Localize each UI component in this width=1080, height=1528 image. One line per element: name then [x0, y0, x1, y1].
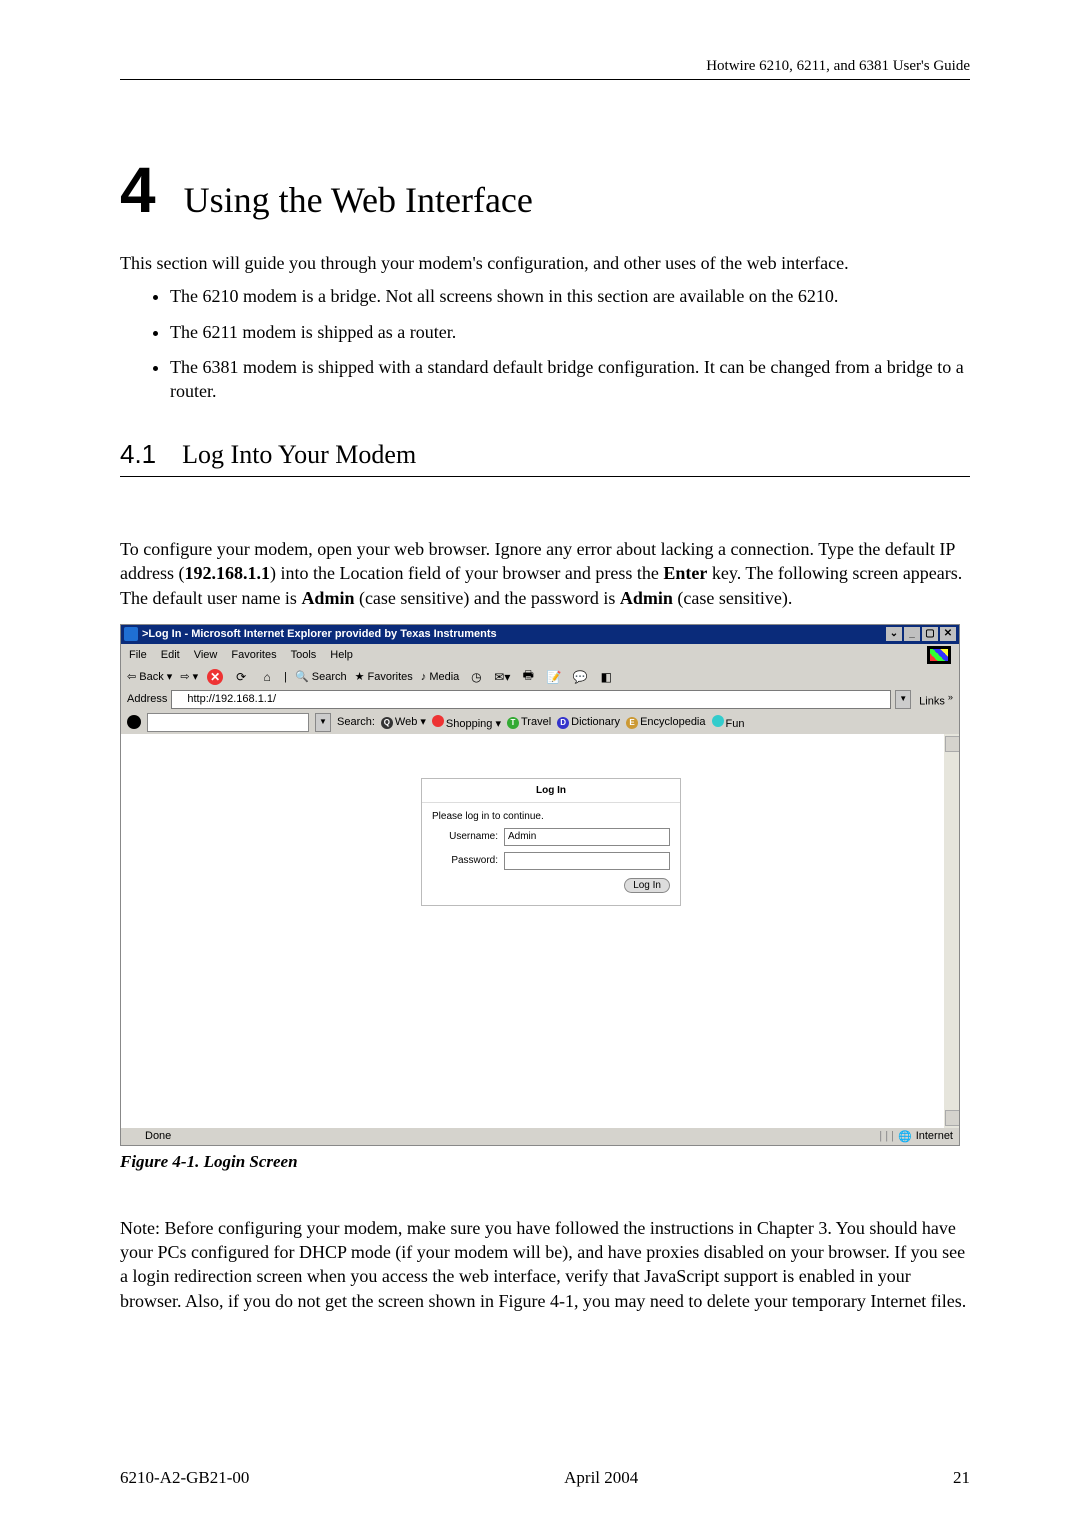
- minimize-button[interactable]: _: [904, 627, 920, 641]
- chapter-number: 4: [120, 158, 156, 222]
- companion-search-input[interactable]: [147, 713, 309, 732]
- password-label: Password:: [432, 855, 498, 866]
- vertical-scrollbar[interactable]: [944, 734, 959, 1128]
- close-button[interactable]: ✕: [940, 627, 956, 641]
- scroll-down-icon[interactable]: [945, 1110, 959, 1126]
- windows-flag-icon: [927, 646, 951, 664]
- search-companion-bar: ◐▾ ▼ Search: QWeb ▾ Shopping ▾ TTravel D…: [121, 711, 959, 734]
- chip-web[interactable]: QWeb ▾: [381, 715, 426, 729]
- section-paragraph: To configure your modem, open your web b…: [120, 537, 970, 610]
- forward-button[interactable]: ⇨ ▾: [180, 670, 198, 683]
- favorites-button[interactable]: ★ Favorites: [355, 670, 413, 683]
- address-label: Address: [127, 693, 167, 705]
- text: ) into the Location field of your browse…: [270, 563, 663, 583]
- toolbar: ⇦ Back ▾ ⇨ ▾ ✕ ⟳ ⌂ | 🔍 Search ★ Favorite…: [121, 666, 959, 688]
- menu-favorites[interactable]: Favorites: [231, 649, 276, 661]
- chip-shopping[interactable]: Shopping ▾: [432, 715, 501, 730]
- bullet-item: The 6211 modem is shipped as a router.: [170, 321, 970, 344]
- browser-viewport: Log In Please log in to continue. Userna…: [121, 734, 959, 1128]
- toolbar-separator: |: [284, 671, 287, 683]
- figure-caption: Figure 4-1. Login Screen: [120, 1152, 970, 1172]
- footer-center: April 2004: [249, 1468, 953, 1488]
- note-paragraph: Note: Before configuring your modem, mak…: [120, 1216, 970, 1313]
- text: (case sensitive).: [673, 588, 792, 608]
- section-title: Log Into Your Modem: [182, 440, 416, 470]
- history-button[interactable]: ◷: [467, 668, 485, 686]
- media-button[interactable]: ♪ Media: [421, 671, 460, 683]
- page-footer: 6210-A2-GB21-00 April 2004 21: [120, 1468, 970, 1488]
- maximize-button[interactable]: ▢: [922, 627, 938, 641]
- home-button[interactable]: ⌂: [258, 668, 276, 686]
- login-screenshot-figure: >Log In - Microsoft Internet Explorer pr…: [120, 624, 960, 1146]
- menu-tools[interactable]: Tools: [291, 649, 317, 661]
- menu-file[interactable]: File: [129, 649, 147, 661]
- discuss-button[interactable]: 💬: [571, 668, 589, 686]
- address-dropdown[interactable]: ▼: [895, 690, 911, 709]
- login-heading: Log In: [422, 779, 680, 803]
- caption-buttons: ⌄ _ ▢ ✕: [886, 627, 956, 641]
- running-header: Hotwire 6210, 6211, and 6381 User's Guid…: [120, 58, 970, 80]
- search-button[interactable]: 🔍 Search: [295, 670, 347, 683]
- window-titlebar: >Log In - Microsoft Internet Explorer pr…: [121, 625, 959, 644]
- address-input[interactable]: http://192.168.1.1/: [171, 690, 891, 709]
- status-page-icon: [127, 1130, 139, 1142]
- scroll-up-icon[interactable]: [945, 736, 959, 752]
- address-value: http://192.168.1.1/: [187, 693, 276, 705]
- intro-paragraph: This section will guide you through your…: [120, 252, 970, 275]
- footer-right: 21: [953, 1468, 970, 1488]
- ip-address: 192.168.1.1: [184, 563, 270, 583]
- status-bar: Done | | | 🌐 Internet: [121, 1128, 959, 1145]
- menu-edit[interactable]: Edit: [161, 649, 180, 661]
- print-button[interactable]: 🖶: [519, 668, 537, 686]
- stop-button[interactable]: ✕: [206, 668, 224, 686]
- text: (case sensitive) and the password is: [354, 588, 619, 608]
- login-panel: Log In Please log in to continue. Userna…: [421, 778, 681, 906]
- back-button[interactable]: ⇦ Back ▾: [127, 670, 172, 683]
- page-icon: [175, 693, 187, 705]
- caption-extra[interactable]: ⌄: [886, 627, 902, 641]
- zone-separator: | | |: [879, 1130, 894, 1142]
- refresh-button[interactable]: ⟳: [232, 668, 250, 686]
- links-label[interactable]: Links »: [919, 692, 953, 708]
- login-prompt: Please log in to continue.: [432, 811, 670, 822]
- internet-zone-icon: 🌐: [898, 1130, 912, 1143]
- ie-icon: [124, 627, 138, 641]
- section-number: 4.1: [120, 439, 156, 470]
- address-bar: Address http://192.168.1.1/ ▼ Links »: [121, 688, 959, 711]
- footer-left: 6210-A2-GB21-00: [120, 1468, 249, 1488]
- companion-search-label: Search:: [337, 716, 375, 728]
- password-default: Admin: [620, 588, 673, 608]
- companion-dropdown[interactable]: ▼: [315, 713, 331, 732]
- bullet-list: The 6210 modem is a bridge. Not all scre…: [120, 285, 970, 403]
- internet-zone-label: Internet: [916, 1130, 953, 1142]
- username-label: Username:: [432, 831, 498, 842]
- bullet-item: The 6210 modem is a bridge. Not all scre…: [170, 285, 970, 308]
- menu-view[interactable]: View: [194, 649, 218, 661]
- window-title: >Log In - Microsoft Internet Explorer pr…: [142, 628, 886, 640]
- username-input[interactable]: Admin: [504, 828, 670, 846]
- menu-help[interactable]: Help: [330, 649, 353, 661]
- related-button[interactable]: ◧: [597, 668, 615, 686]
- chip-dictionary[interactable]: DDictionary: [557, 716, 620, 729]
- chip-fun[interactable]: Fun: [712, 715, 745, 730]
- mail-button[interactable]: ✉▾: [493, 668, 511, 686]
- provider-logo-icon[interactable]: ◐▾: [127, 715, 141, 729]
- edit-button[interactable]: 📝: [545, 668, 563, 686]
- bullet-item: The 6381 modem is shipped with a standar…: [170, 356, 970, 403]
- chapter-title: Using the Web Interface: [184, 179, 533, 221]
- chip-encyclopedia[interactable]: EEncyclopedia: [626, 716, 705, 729]
- username-default: Admin: [301, 588, 354, 608]
- menu-bar: File Edit View Favorites Tools Help: [121, 644, 959, 666]
- login-button[interactable]: Log In: [624, 878, 670, 893]
- chip-travel[interactable]: TTravel: [507, 716, 551, 729]
- enter-key: Enter: [663, 563, 707, 583]
- status-text: Done: [145, 1130, 171, 1142]
- password-input[interactable]: [504, 852, 670, 870]
